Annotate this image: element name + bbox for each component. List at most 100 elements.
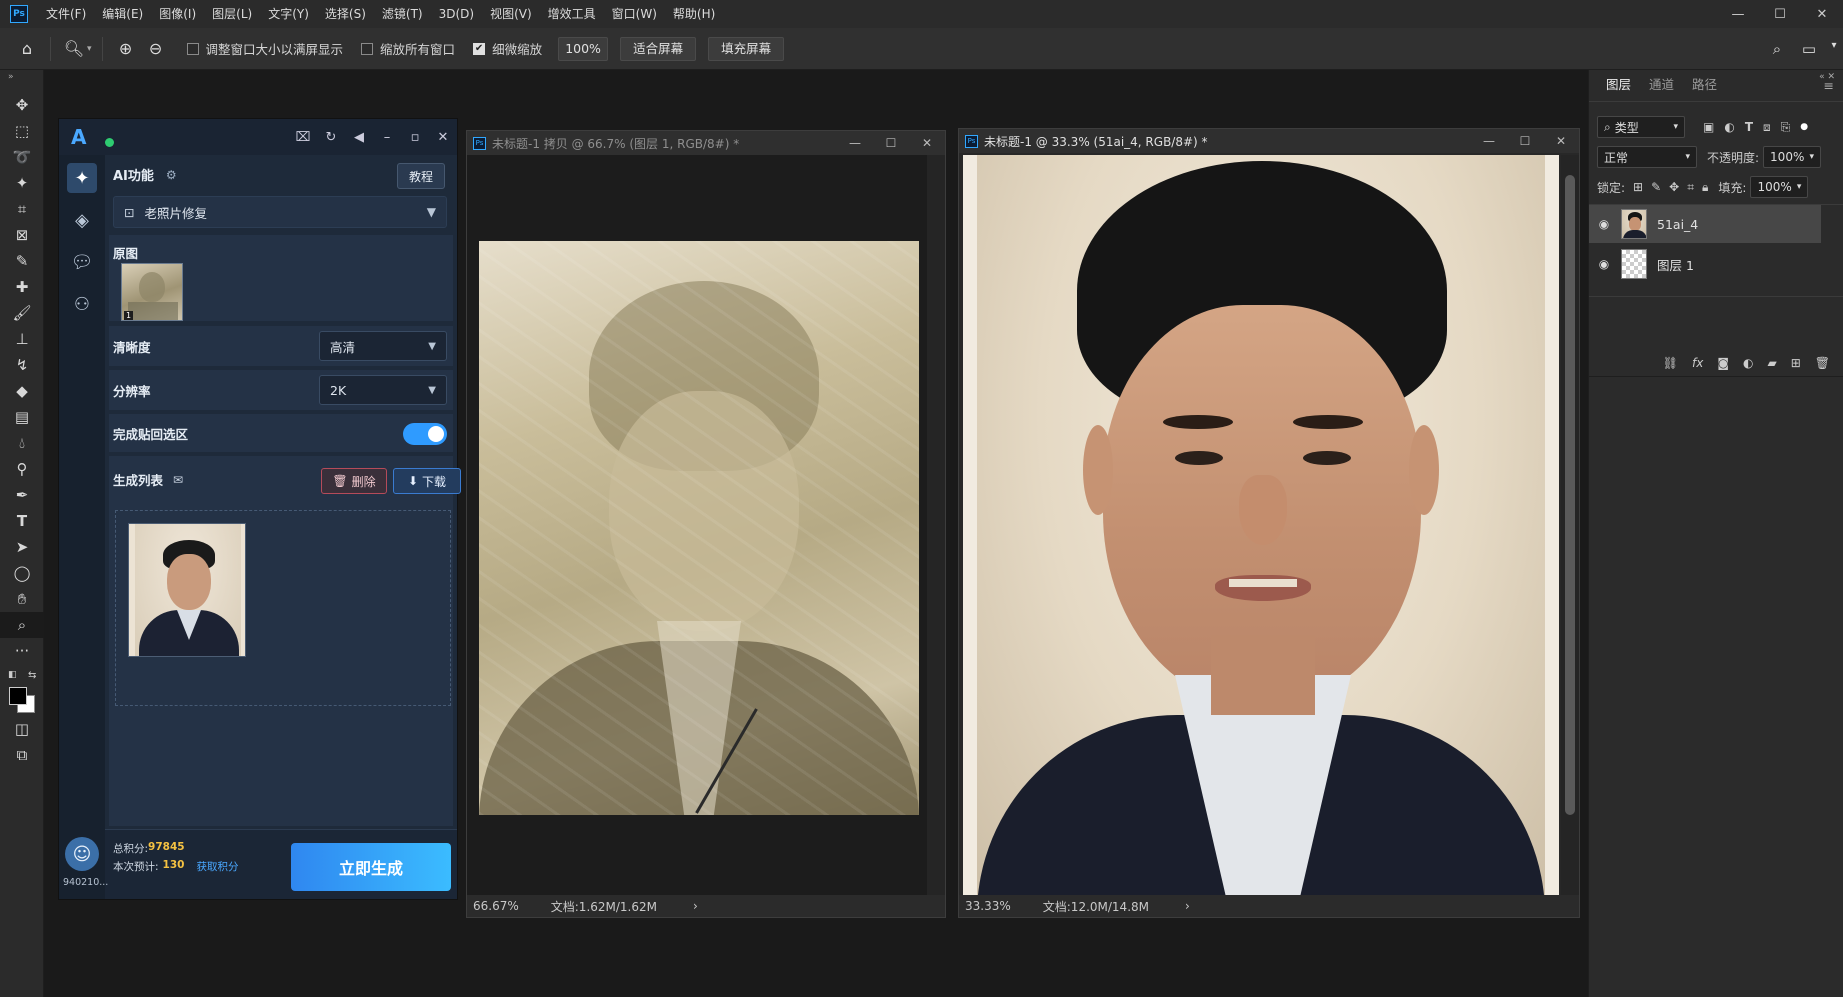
layer-item[interactable]: ◉ 图层 1	[1589, 245, 1821, 283]
foreground-color-swatch[interactable]	[9, 687, 27, 705]
eyedropper-tool-icon[interactable]: ✎	[0, 248, 44, 274]
crop-icon[interactable]: ⌧	[289, 130, 317, 145]
trash-icon[interactable]: 🗑︎	[1815, 356, 1830, 370]
menu-edit[interactable]: 编辑(E)	[94, 0, 151, 28]
workspace-icon[interactable]: ▭	[1793, 40, 1825, 58]
pen-tool-icon[interactable]: ✒	[0, 482, 44, 508]
filter-shape-icon[interactable]: ⧈	[1763, 120, 1771, 135]
lock-all-icon[interactable]: 🔒︎	[1702, 180, 1708, 195]
menu-3d[interactable]: 3D(D)	[431, 0, 482, 28]
chevron-down-icon[interactable]: ▾	[1825, 40, 1843, 58]
close-icon[interactable]: ✕	[909, 136, 945, 150]
chevron-right-icon[interactable]: ›	[693, 899, 698, 913]
minimize-icon[interactable]: —	[837, 136, 873, 150]
lock-artboard-icon[interactable]: ⌗	[1687, 180, 1694, 195]
filter-toggle-icon[interactable]: ●	[1800, 122, 1808, 132]
history-brush-tool-icon[interactable]: ↯	[0, 352, 44, 378]
document-titlebar[interactable]: Ps 未标题-1 @ 33.3% (51ai_4, RGB/8#) * — ☐ …	[959, 129, 1579, 153]
menu-layer[interactable]: 图层(L)	[204, 0, 260, 28]
zoom-level[interactable]: 66.67%	[473, 899, 519, 913]
quick-mask-icon[interactable]: ◫	[0, 716, 44, 742]
hand-tool-icon[interactable]: ✋︎	[0, 586, 44, 612]
fit-screen-button[interactable]: 适合屏幕	[620, 36, 697, 61]
lasso-tool-icon[interactable]: ➰	[0, 144, 44, 170]
tab-channels[interactable]: 通道	[1640, 74, 1683, 101]
maximize-icon[interactable]: ▫	[401, 130, 429, 145]
paste-back-toggle[interactable]	[403, 423, 447, 445]
canvas-area[interactable]	[467, 155, 927, 897]
sidebar-item-chat[interactable]: 💬︎	[59, 241, 105, 283]
settings-icon[interactable]: ⚙	[166, 168, 177, 182]
minimize-icon[interactable]: —	[1471, 134, 1507, 148]
collapse-icon[interactable]: »	[0, 70, 43, 84]
zoom-in-icon[interactable]: ⊕	[113, 36, 139, 62]
eraser-tool-icon[interactable]: ◆	[0, 378, 44, 404]
get-points-link[interactable]: 获取积分	[196, 859, 238, 874]
list-edit-icon[interactable]: ✉	[173, 473, 183, 487]
checkbox-icon[interactable]	[186, 42, 199, 55]
robot-avatar[interactable]: ☺	[65, 837, 99, 871]
menu-image[interactable]: 图像(I)	[151, 0, 204, 28]
download-button[interactable]: ⬇ 下载	[393, 468, 461, 494]
blur-tool-icon[interactable]: 💧︎	[0, 430, 44, 456]
menu-plugins[interactable]: 增效工具	[540, 0, 604, 28]
adjustment-layer-icon[interactable]: ◐	[1743, 356, 1753, 370]
fx-icon[interactable]: fx	[1692, 356, 1703, 370]
chevron-right-icon[interactable]: ›	[1185, 899, 1190, 913]
sidebar-item-user-settings[interactable]: ⚇	[59, 283, 105, 325]
tutorial-button[interactable]: 教程	[397, 163, 445, 189]
ellipse-tool-icon[interactable]: ◯	[0, 560, 44, 586]
type-tool-icon[interactable]: T	[0, 508, 44, 534]
speaker-icon[interactable]: ◀	[345, 130, 373, 145]
filter-adjustment-icon[interactable]: ◐	[1724, 120, 1734, 134]
clarity-select[interactable]: 高清 ▼	[319, 331, 447, 361]
screen-mode-icon[interactable]: ⧉	[0, 742, 44, 768]
brush-tool-icon[interactable]: 🖌︎	[0, 300, 44, 326]
minimize-icon[interactable]: —	[1717, 7, 1759, 22]
stamp-tool-icon[interactable]: ⊥	[0, 326, 44, 352]
scrollbar-thumb[interactable]	[1565, 175, 1575, 815]
marquee-tool-icon[interactable]: ⬚	[0, 118, 44, 144]
layer-item[interactable]: ◉ 51ai_4	[1589, 205, 1821, 243]
filter-smart-object-icon[interactable]: ⎘	[1781, 120, 1791, 135]
menu-type[interactable]: 文字(Y)	[260, 0, 317, 28]
generate-button[interactable]: 立即生成	[291, 843, 451, 891]
crop-tool-icon[interactable]: ⌗	[0, 196, 44, 222]
scrubby-zoom-checkbox[interactable]: ✔ 细微缩放	[473, 39, 542, 58]
zoom-out-icon[interactable]: ⊖	[143, 36, 169, 62]
document-titlebar[interactable]: Ps 未标题-1 拷贝 @ 66.7% (图层 1, RGB/8#) * — ☐…	[467, 131, 945, 155]
panel-controls-icon[interactable]: « ✕	[1819, 72, 1835, 82]
zoom-value-field[interactable]: 100%	[558, 36, 609, 61]
blend-mode-select[interactable]: 正常 ▾	[1597, 146, 1697, 168]
menu-filter[interactable]: 滤镜(T)	[374, 0, 431, 28]
gradient-tool-icon[interactable]: ▤	[0, 404, 44, 430]
menu-view[interactable]: 视图(V)	[482, 0, 540, 28]
add-mask-icon[interactable]: ◙	[1717, 356, 1729, 370]
search-icon[interactable]: ⌕	[1761, 40, 1793, 58]
visibility-eye-icon[interactable]: ◉	[1589, 257, 1619, 271]
link-layers-icon[interactable]: ⛓︎	[1663, 356, 1678, 370]
maximize-icon[interactable]: ☐	[873, 136, 909, 150]
lock-transparent-icon[interactable]: ⊞	[1633, 180, 1643, 194]
layer-filter-select[interactable]: ⌕ 类型 ▾	[1597, 116, 1685, 138]
refresh-icon[interactable]: ↻	[317, 130, 345, 145]
close-icon[interactable]: ✕	[1543, 134, 1579, 148]
new-layer-icon[interactable]: ⊞	[1791, 356, 1801, 370]
filter-type-icon[interactable]: T	[1745, 120, 1753, 134]
vertical-scrollbar[interactable]	[927, 155, 945, 897]
result-thumbnail[interactable]	[128, 523, 246, 657]
swap-colors-icon[interactable]: ⇆	[28, 670, 36, 681]
zoom-tool-icon[interactable]: ⌕	[0, 612, 44, 638]
filter-image-icon[interactable]: ▣	[1703, 120, 1714, 134]
new-group-icon[interactable]: ▰	[1767, 356, 1776, 370]
menu-file[interactable]: 文件(F)	[38, 0, 94, 28]
maximize-icon[interactable]: ☐	[1507, 134, 1543, 148]
menu-help[interactable]: 帮助(H)	[665, 0, 723, 28]
opacity-field[interactable]: 100% ▾	[1763, 146, 1822, 168]
zoom-level[interactable]: 33.33%	[965, 899, 1011, 913]
ai-function-select[interactable]: ⊡ 老照片修复 ▼	[113, 196, 447, 228]
minimize-icon[interactable]: –	[373, 130, 401, 145]
vertical-scrollbar[interactable]	[1561, 155, 1579, 895]
original-thumbnail[interactable]: 1	[121, 263, 183, 321]
checkbox-icon[interactable]	[361, 42, 374, 55]
